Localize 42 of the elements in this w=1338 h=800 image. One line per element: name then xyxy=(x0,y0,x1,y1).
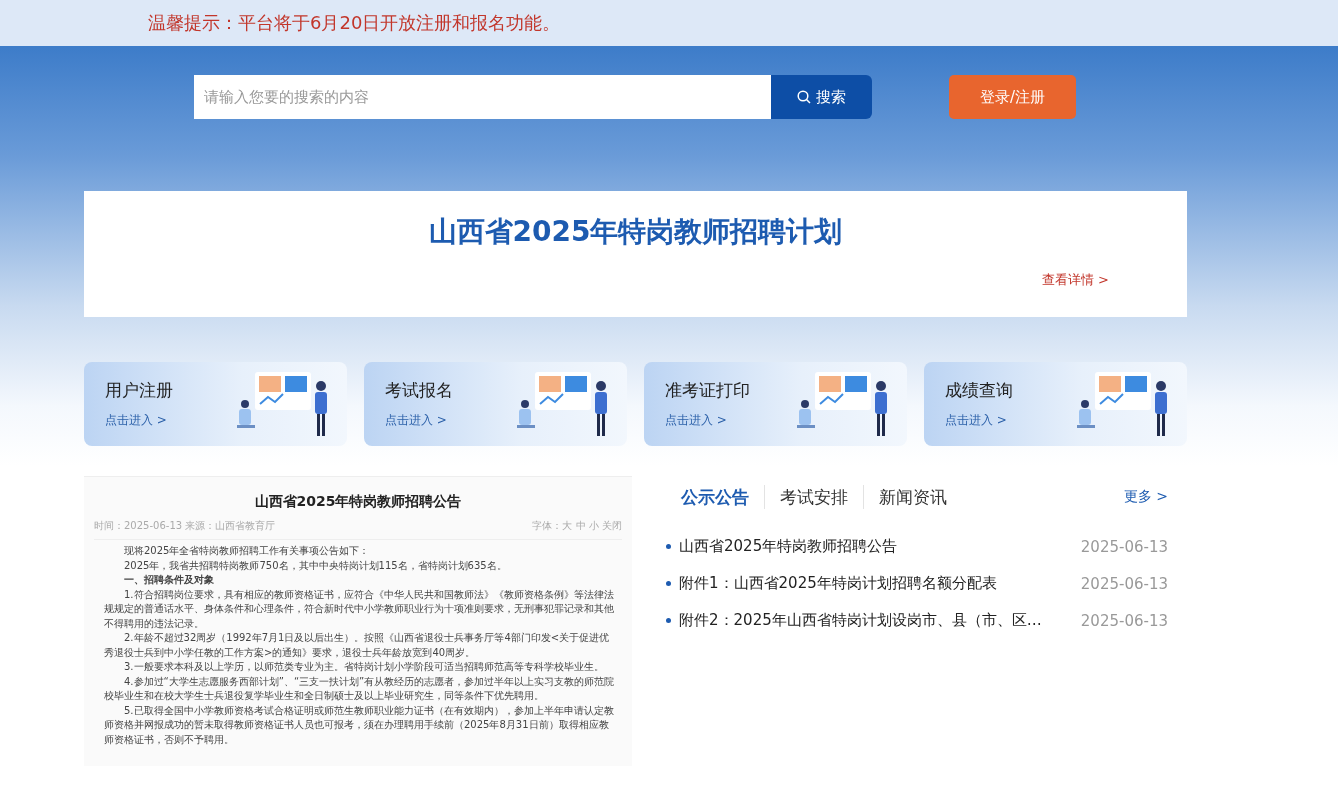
news-title-link[interactable]: 附件2：2025年山西省特岗计划设岗市、县（市、区… xyxy=(679,611,1042,630)
document-paragraph: 2025年，我省共招聘特岗教师750名，其中中央特岗计划115名，省特岗计划635名。 xyxy=(123,558,508,573)
search-icon xyxy=(797,90,811,104)
news-tab[interactable]: 公示公告 xyxy=(666,485,764,509)
card-title: 成绩查询 xyxy=(945,379,1013,402)
card-title: 考试报名 xyxy=(385,379,453,402)
news-tab[interactable]: 新闻资讯 xyxy=(864,485,962,509)
font-size-options: 字体：大 中 小 关闭 xyxy=(532,519,622,533)
bullet-icon xyxy=(666,544,671,549)
enter-link[interactable]: 点击进入 > xyxy=(665,412,750,429)
enter-link[interactable]: 点击进入 > xyxy=(385,412,453,429)
document-paragraph: 2.年龄不超过32周岁（1992年7月1日及以后出生）。按照《山西省退役士兵事务厅等4部门印发<关于促进优秀退役士兵到中小学任教的工作方案>的通知》要求，退役士兵年龄放宽到40周岁。 xyxy=(104,631,611,660)
entry-card[interactable]: 用户注册 点击进入 > xyxy=(84,362,347,446)
news-date: 2025-06-13 xyxy=(1080,537,1168,556)
news-date: 2025-06-13 xyxy=(1080,574,1168,593)
entry-card[interactable]: 准考证打印 点击进入 > xyxy=(644,362,907,446)
more-link[interactable]: 更多 > xyxy=(1123,488,1168,506)
entry-card[interactable]: 成绩查询 点击进入 > xyxy=(924,362,1187,446)
entry-card[interactable]: 考试报名 点击进入 > xyxy=(364,362,627,446)
enter-link[interactable]: 点击进入 > xyxy=(105,412,173,429)
view-details-link[interactable]: 查看详情 > xyxy=(1041,271,1109,289)
bullet-icon xyxy=(666,618,671,623)
enter-link[interactable]: 点击进入 > xyxy=(945,412,1013,429)
document-paragraph: 5.已取得全国中小学教师资格考试合格证明或师范生教师职业能力证书（在有效期内），参加上半年申请认定教师资格并网报成功的暂未取得教师资格证书人员也可报考，须在办理聘用手续前（2025年8月31日前）取得相应教师资格证书，否则不予聘用。 xyxy=(104,703,615,747)
document-paragraph: 4.参加过“大学生志愿服务西部计划”、“三支一扶计划”有从教经历的志愿者，参加过半年以上实习支教的师范院校毕业生和在校大学生士兵退役复学毕业生和全日制硕士及以上毕业研究生，同等条件下优先聘用。 xyxy=(104,674,616,703)
card-title: 准考证打印 xyxy=(665,379,750,402)
document-paragraph: 3.一般要求本科及以上学历，以师范类专业为主。省特岗计划小学阶段可适当招聘师范高等专科学校毕业生。 xyxy=(123,660,605,674)
card-title: 用户注册 xyxy=(105,379,173,402)
news-title-link[interactable]: 山西省2025年特岗教师招聘公告 xyxy=(679,537,898,556)
document-title: 山西省2025年特岗教师招聘公告 xyxy=(253,493,463,511)
search-field[interactable]: 请输入您要的搜索的内容 xyxy=(194,75,771,119)
news-title-link[interactable]: 附件1：山西省2025年特岗计划招聘名额分配表 xyxy=(679,574,997,593)
search-button[interactable]: 搜索 xyxy=(771,75,872,119)
bullet-icon xyxy=(666,581,671,586)
notice-text: 温馨提示：平台将于6月20日开放注册和报名功能。 xyxy=(148,11,561,35)
banner-title: 山西省2025年特岗教师招聘计划 xyxy=(428,214,843,250)
document-paragraph: 现将2025年全省特岗教师招聘工作有关事项公告如下： xyxy=(123,544,371,558)
document-paragraph: 1.符合招聘岗位要求，具有相应的教师资格证书，应符合《中华人民共和国教师法》《教师资格条例》等法律法规规定的普通话水平、身体条件和心理条件，符合新时代中小学教师职业行为十项准则要求，无刑事犯罪记录和其他不得聘用的违法记录。 xyxy=(104,587,615,631)
news-tab[interactable]: 考试安排 xyxy=(765,485,863,509)
news-date: 2025-06-13 xyxy=(1080,611,1168,630)
document-meta: 时间：2025-06-13 来源：山西省教育厅 xyxy=(94,519,276,533)
document-heading: 一、招聘条件及对象 xyxy=(123,573,215,587)
